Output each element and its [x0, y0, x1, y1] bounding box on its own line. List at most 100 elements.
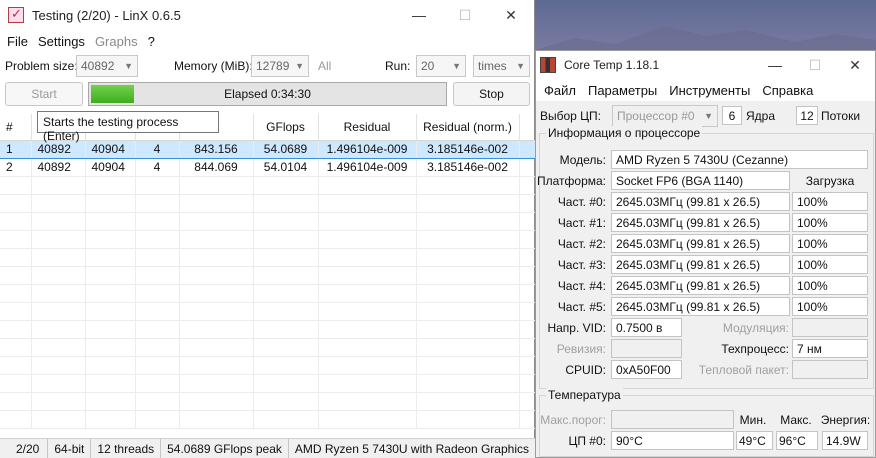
core-1-label: Част. #1: — [557, 216, 606, 230]
cell: 3.185146e-002 — [416, 158, 520, 177]
status-peak: 54.0689 GFlops peak — [161, 439, 289, 458]
run-label: Run: — [385, 59, 411, 73]
test-progress-bar: Elapsed 0:34:30 — [88, 82, 447, 106]
threads-label: Потоки — [821, 109, 861, 123]
problem-size-label: Problem size: — [5, 59, 78, 73]
process-value: 7 нм — [792, 339, 868, 358]
cell: 1 — [0, 139, 32, 159]
core-5-label: Част. #5: — [557, 300, 606, 314]
core-0-load: 100% — [792, 192, 868, 211]
process-label: Техпроцесс: — [721, 342, 789, 356]
core-2-load: 100% — [792, 234, 868, 253]
cell: 1.496104e-009 — [318, 158, 417, 177]
load-header: Загрузка — [805, 174, 855, 188]
memory-select[interactable]: 12789 ▼ — [251, 55, 309, 77]
run-unit-select[interactable]: times ▼ — [473, 55, 530, 77]
cores-label: Ядра — [746, 109, 776, 123]
column-header[interactable]: # — [0, 114, 32, 141]
coretemp-menubar: Файл Параметры Инструменты Справка — [536, 79, 875, 101]
cpu-select[interactable]: Процессор #0 ▼ — [612, 105, 718, 127]
menu-settings[interactable]: Settings — [33, 34, 90, 49]
cell: 844.069 — [179, 158, 254, 177]
table-row — [0, 374, 536, 393]
modulation-label: Модуляция: — [722, 321, 789, 335]
memory-all-checkbox[interactable]: All — [318, 59, 331, 73]
column-header — [519, 114, 536, 141]
memory-value: 12789 — [256, 59, 290, 73]
table-row — [0, 266, 536, 285]
tjmax-label: Макс.порог: — [540, 413, 606, 427]
status-bitness: 64-bit — [48, 439, 92, 458]
menu-graphs[interactable]: Graphs — [90, 34, 143, 49]
menu-file[interactable]: File — [2, 34, 33, 49]
linx-titlebar: Testing (2/20) - LinX 0.6.5 — ☐ ✕ — [0, 0, 534, 30]
core-5-load: 100% — [792, 297, 868, 316]
cpu0-max-temperature: 96°C — [776, 431, 818, 450]
chevron-down-icon: ▼ — [516, 61, 525, 71]
cores-count: 6 — [722, 106, 742, 125]
column-header-gflops[interactable]: GFlops — [253, 114, 319, 141]
cell: 4 — [135, 139, 180, 159]
column-header-residual-norm[interactable]: Residual (norm.) — [416, 114, 520, 141]
cpu-select-label: Выбор ЦП: — [540, 109, 602, 123]
status-threads: 12 threads — [91, 439, 162, 458]
menu-file[interactable]: Файл — [538, 83, 582, 98]
model-label: Модель: — [559, 153, 606, 167]
cell: 2 — [0, 158, 32, 177]
menu-tools[interactable]: Инструменты — [663, 83, 756, 98]
table-row[interactable]: 2 40892 40904 4 844.069 54.0104 1.496104… — [0, 158, 536, 177]
cpuid-value: 0xA50F00 — [611, 360, 682, 379]
modulation-value — [792, 318, 868, 337]
run-count-value: 20 — [421, 59, 435, 73]
linx-window: Testing (2/20) - LinX 0.6.5 — ☐ ✕ File S… — [0, 0, 536, 458]
cpu0-power: 14.9W — [822, 431, 868, 450]
core-1-frequency: 2645.03МГц (99.81 x 26.5) — [611, 213, 790, 232]
platform-label: Платформа: — [536, 174, 606, 188]
table-row — [0, 410, 536, 429]
menu-options[interactable]: Параметры — [582, 83, 663, 98]
cell: 3.185146e-002 — [416, 139, 520, 159]
core-0-label: Част. #0: — [557, 195, 606, 209]
menu-help[interactable]: Справка — [756, 83, 819, 98]
memory-label: Memory (MiB): — [174, 59, 253, 73]
controls-row: Start Elapsed 0:34:30 Stop — [0, 80, 534, 108]
table-row — [0, 230, 536, 249]
cell — [519, 158, 536, 177]
maximize-button[interactable]: ☐ — [442, 0, 488, 30]
tdp-label: Тепловой пакет: — [698, 363, 789, 377]
stop-button[interactable]: Stop — [453, 82, 530, 106]
minimize-button[interactable]: — — [396, 0, 442, 30]
elapsed-time: Elapsed 0:34:30 — [224, 87, 311, 101]
coretemp-window: Core Temp 1.18.1 — ☐ ✕ Файл Параметры Ин… — [535, 50, 876, 458]
close-button[interactable]: ✕ — [488, 0, 534, 30]
menu-help[interactable]: ? — [143, 34, 160, 49]
start-button[interactable]: Start — [5, 82, 83, 106]
table-row — [0, 320, 536, 339]
table-row — [0, 284, 536, 303]
column-header-residual[interactable]: Residual — [318, 114, 417, 141]
table-row[interactable]: 1 40892 40904 4 843.156 54.0689 1.496104… — [0, 139, 536, 159]
parameters-row: Problem size: 40892 ▼ Memory (MiB): 1278… — [0, 52, 534, 80]
cell: 4 — [135, 158, 180, 177]
core-4-load: 100% — [792, 276, 868, 295]
vid-value: 0.7500 в — [611, 318, 682, 337]
coretemp-minimize-button[interactable]: — — [755, 51, 795, 79]
linx-menubar: File Settings Graphs ? — [0, 30, 534, 52]
run-count-select[interactable]: 20 ▼ — [416, 55, 466, 77]
status-bar: 2/20 64-bit 12 threads 54.0689 GFlops pe… — [0, 438, 535, 458]
problem-size-select[interactable]: 40892 ▼ — [76, 55, 138, 77]
tjmax-value — [611, 410, 734, 429]
cell: 40904 — [85, 158, 136, 177]
chevron-down-icon: ▼ — [124, 61, 133, 71]
core-0-frequency: 2645.03МГц (99.81 x 26.5) — [611, 192, 790, 211]
coretemp-maximize-button[interactable]: ☐ — [795, 51, 835, 79]
processor-info-title: Информация о процессоре — [546, 126, 703, 140]
core-2-label: Част. #2: — [557, 237, 606, 251]
window-title: Testing (2/20) - LinX 0.6.5 — [32, 7, 181, 23]
run-unit-value: times — [478, 59, 507, 73]
coretemp-close-button[interactable]: ✕ — [835, 51, 875, 79]
table-row — [0, 194, 536, 213]
core-2-frequency: 2645.03МГц (99.81 x 26.5) — [611, 234, 790, 253]
core-3-frequency: 2645.03МГц (99.81 x 26.5) — [611, 255, 790, 274]
core-4-frequency: 2645.03МГц (99.81 x 26.5) — [611, 276, 790, 295]
